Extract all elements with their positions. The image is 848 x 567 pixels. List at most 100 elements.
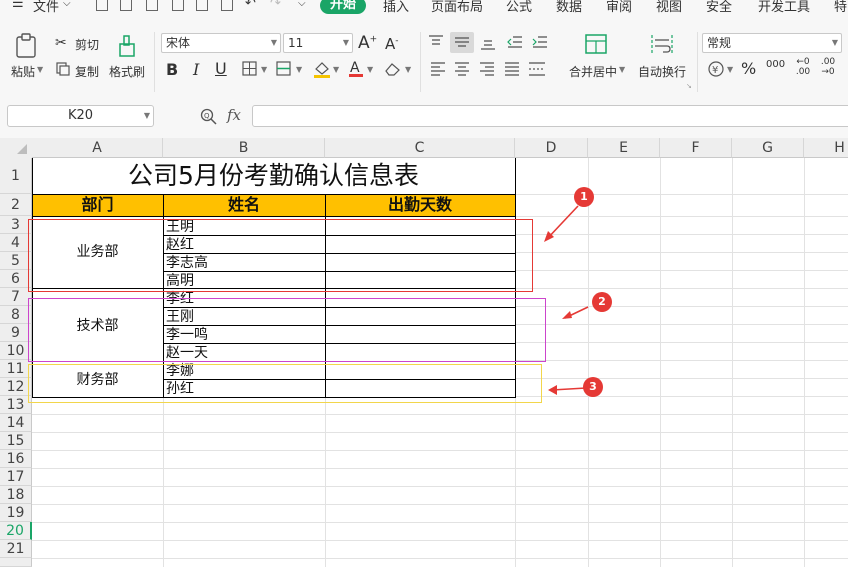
column-header-f[interactable]: F — [660, 138, 732, 158]
align-top-icon[interactable] — [428, 35, 444, 49]
currency-icon[interactable]: ¥ — [707, 60, 725, 78]
increase-decimal-icon[interactable]: ←0 .00 — [794, 57, 812, 77]
select-all-corner[interactable] — [0, 138, 32, 158]
alignment-dialog-launcher-icon[interactable]: ↘ — [686, 82, 692, 90]
italic-icon[interactable]: I — [193, 60, 199, 79]
wrap-text-icon[interactable] — [650, 33, 674, 57]
increase-font-icon[interactable]: A+ — [358, 33, 377, 53]
number-format-select[interactable]: 常规 ▼ — [702, 33, 842, 53]
save-icon[interactable] — [146, 0, 158, 11]
formula-input[interactable] — [252, 105, 848, 127]
format-painter-icon[interactable] — [116, 34, 138, 58]
bold-icon[interactable]: B — [166, 60, 178, 79]
row-header[interactable]: 16 — [0, 450, 32, 468]
zoom-function-icon[interactable]: Q — [200, 108, 218, 125]
cut-button[interactable]: 剪切 — [75, 36, 99, 53]
align-left-icon[interactable] — [430, 62, 446, 76]
chevron-down-icon[interactable]: ▼ — [405, 65, 411, 74]
undo-icon[interactable]: ↶ — [245, 0, 256, 11]
chevron-down-icon[interactable]: ▼ — [296, 65, 302, 74]
export-icon[interactable] — [172, 0, 184, 11]
tab-review[interactable]: 审阅 — [606, 0, 632, 15]
increase-indent-icon[interactable] — [532, 35, 548, 49]
menu-file[interactable]: 文件 — [33, 0, 59, 15]
distribute-icon[interactable] — [528, 61, 546, 77]
thousands-separator-icon[interactable]: 000 — [766, 59, 785, 70]
decrease-decimal-icon[interactable]: .00 →0 — [818, 57, 838, 77]
chevron-down-icon[interactable]: ▼ — [367, 65, 373, 74]
row-header[interactable]: 18 — [0, 486, 32, 504]
chevron-down-icon[interactable]: ▼ — [261, 65, 267, 74]
open-folder-icon[interactable] — [120, 0, 132, 11]
row-header[interactable]: 19 — [0, 504, 32, 522]
column-header-b[interactable]: B — [163, 138, 325, 158]
row-header[interactable]: 15 — [0, 432, 32, 450]
name-box[interactable]: K20 ▼ — [7, 105, 154, 127]
chevron-down-icon[interactable]: ▼ — [333, 65, 339, 74]
print-preview-icon[interactable] — [221, 0, 233, 11]
row-header[interactable]: 1 — [0, 158, 32, 194]
justify-icon[interactable] — [504, 62, 520, 76]
eraser-icon[interactable] — [384, 61, 402, 77]
column-header-c[interactable]: C — [325, 138, 515, 158]
row-header[interactable]: 21 — [0, 540, 32, 558]
merge-center-button[interactable]: 合并居中 — [569, 63, 617, 80]
copy-button[interactable]: 复制 — [75, 63, 99, 80]
row-header[interactable]: 2 — [0, 194, 32, 216]
quick-access-dropdown-icon[interactable]: ⌵ — [298, 0, 306, 9]
column-header-d[interactable]: D — [515, 138, 588, 158]
underline-icon[interactable]: U — [215, 59, 227, 78]
paste-button[interactable]: 粘贴 — [11, 63, 35, 80]
tab-home[interactable]: 开始 — [320, 0, 366, 14]
column-header-a[interactable]: A — [32, 138, 163, 158]
tab-view[interactable]: 视图 — [656, 0, 682, 15]
paste-icon[interactable] — [14, 33, 38, 59]
align-right-icon[interactable] — [479, 62, 495, 76]
column-header-g[interactable]: G — [732, 138, 804, 158]
format-painter-button[interactable]: 格式刷 — [109, 63, 145, 80]
redo-icon[interactable]: ↷ — [270, 0, 281, 11]
row-header[interactable]: 14 — [0, 414, 32, 432]
header-name[interactable]: 姓名 — [163, 194, 325, 216]
font-color-icon[interactable]: A — [348, 59, 364, 78]
tab-developer[interactable]: 开发工具 — [758, 0, 810, 15]
decrease-font-icon[interactable]: A- — [385, 35, 399, 53]
scissors-icon[interactable]: ✂ — [55, 35, 67, 51]
chevron-down-icon[interactable]: ⌵ — [63, 0, 71, 9]
fill-color-icon[interactable] — [313, 60, 331, 78]
tab-page-layout[interactable]: 页面布局 — [431, 0, 483, 15]
wrap-text-button[interactable]: 自动换行 — [638, 63, 686, 80]
tab-security[interactable]: 安全 — [706, 0, 732, 15]
align-center-icon[interactable] — [454, 62, 470, 76]
cell-style-icon[interactable] — [276, 61, 292, 77]
font-size-select[interactable]: 11 ▼ — [283, 33, 353, 53]
row-header[interactable] — [0, 558, 32, 567]
row-header[interactable]: 17 — [0, 468, 32, 486]
chevron-down-icon: ▼ — [270, 38, 277, 47]
chevron-down-icon[interactable]: ▼ — [619, 65, 625, 74]
menu-icon[interactable]: ☰ — [12, 0, 24, 11]
print-icon[interactable] — [196, 0, 208, 11]
tab-special[interactable]: 特 — [834, 0, 847, 15]
align-middle-button[interactable] — [450, 32, 474, 53]
sheet-title[interactable]: 公司5月份考勤确认信息表 — [32, 158, 515, 194]
tab-insert[interactable]: 插入 — [383, 0, 409, 15]
borders-icon[interactable] — [242, 61, 258, 77]
new-file-icon[interactable] — [96, 0, 108, 11]
decrease-indent-icon[interactable] — [507, 35, 523, 49]
chevron-down-icon[interactable]: ▼ — [727, 65, 733, 74]
tab-data[interactable]: 数据 — [556, 0, 582, 15]
header-department[interactable]: 部门 — [32, 194, 163, 216]
percent-icon[interactable]: % — [741, 59, 756, 78]
tab-formulas[interactable]: 公式 — [506, 0, 532, 15]
align-bottom-icon[interactable] — [480, 37, 496, 51]
row-header-selected[interactable]: 20 — [0, 522, 32, 540]
copy-icon[interactable] — [56, 62, 70, 76]
column-header-e[interactable]: E — [588, 138, 660, 158]
paste-dropdown-icon[interactable]: ▼ — [37, 65, 43, 74]
column-header-h[interactable]: H — [804, 138, 848, 158]
header-attendance-days[interactable]: 出勤天数 — [325, 194, 515, 216]
merge-center-icon[interactable] — [584, 33, 608, 57]
fx-icon[interactable]: fx — [227, 106, 241, 124]
font-name-select[interactable]: 宋体 ▼ — [161, 33, 281, 53]
